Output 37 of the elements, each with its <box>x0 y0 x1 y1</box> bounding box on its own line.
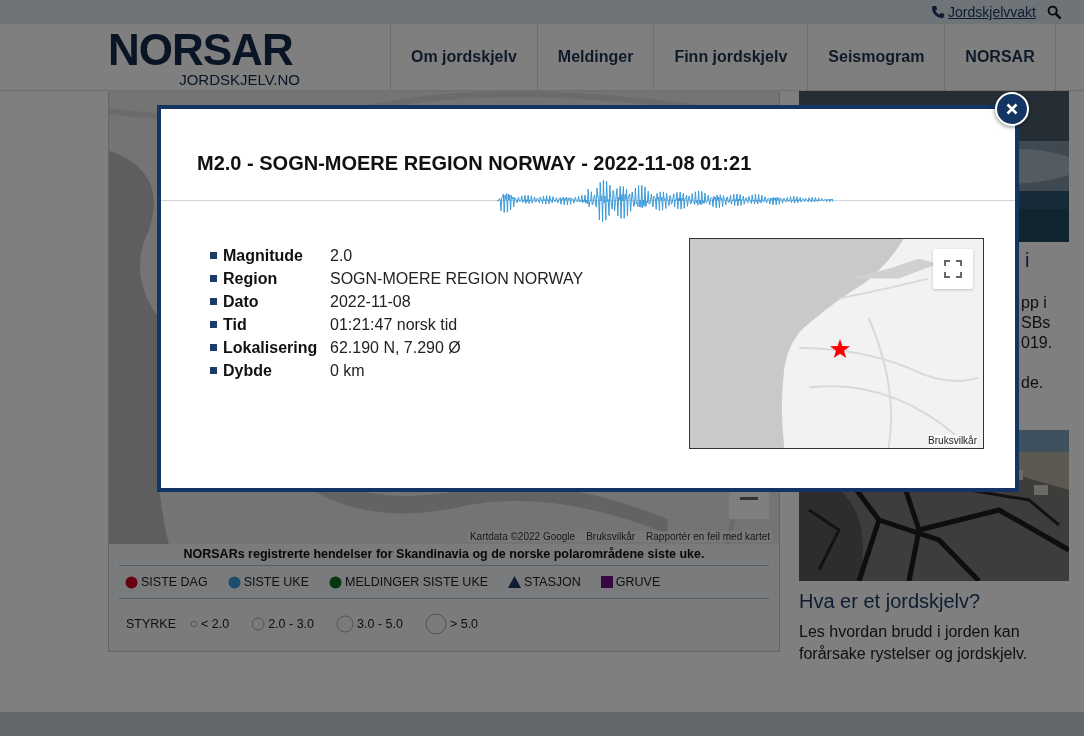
article-title-link[interactable]: Hva er et jordskjelv? <box>799 589 1069 613</box>
legend-label: GRUVE <box>615 575 661 589</box>
legend-label: > 5.0 <box>449 617 479 631</box>
article-text: Les hvordan brudd i jorden kan <box>799 622 1021 642</box>
legend-label: STASJON <box>524 575 581 589</box>
legend-label: MELDINGER SISTE UKE <box>345 575 489 589</box>
size-circle-icon <box>190 620 198 628</box>
article-text: 019. <box>1021 333 1054 353</box>
map-terms-link[interactable]: Bruksvilkår <box>928 435 977 446</box>
fullscreen-icon <box>944 260 962 278</box>
legend-label: SISTE UKE <box>243 575 309 589</box>
logo[interactable]: NORSAR <box>108 28 293 72</box>
nav-link[interactable]: NORSAR <box>944 24 1056 90</box>
logo-subtitle: JORDSKJELV.NO <box>179 72 300 88</box>
close-icon <box>1006 103 1018 115</box>
nav-link[interactable]: Finn jordskjelv <box>653 24 808 90</box>
search-icon[interactable] <box>1047 4 1062 20</box>
fullscreen-button[interactable] <box>933 249 973 289</box>
legend-label: < 2.0 <box>201 617 230 631</box>
nav-link[interactable]: Meldinger <box>536 24 654 90</box>
size-circle-icon <box>336 615 355 633</box>
legend-label: SISTE DAG <box>141 575 208 589</box>
article-text: pp i <box>1021 293 1048 313</box>
epicenter-star-icon <box>830 339 850 359</box>
nav-link[interactable]: Seismogram <box>807 24 945 90</box>
legend-label: 2.0 - 3.0 <box>268 617 315 631</box>
legend-label: 3.0 - 5.0 <box>357 617 403 631</box>
article-text: de. <box>1021 373 1045 393</box>
article-text: SBs <box>1021 313 1052 333</box>
strength-label: STYRKE <box>126 617 176 631</box>
alert-link[interactable]: Jordskjelvvakt <box>948 4 1036 20</box>
nav-link[interactable]: Om jordskjelv <box>390 24 537 90</box>
article-text: forårsake rystelser og jordskjelv. <box>799 644 1029 664</box>
legend-title: NORSARs registrerte hendelser for Skandinavia og de norske polarområdene siste uke. <box>119 544 769 566</box>
phone-icon <box>931 5 946 19</box>
size-circle-icon <box>251 617 266 631</box>
size-circle-icon <box>424 613 447 635</box>
